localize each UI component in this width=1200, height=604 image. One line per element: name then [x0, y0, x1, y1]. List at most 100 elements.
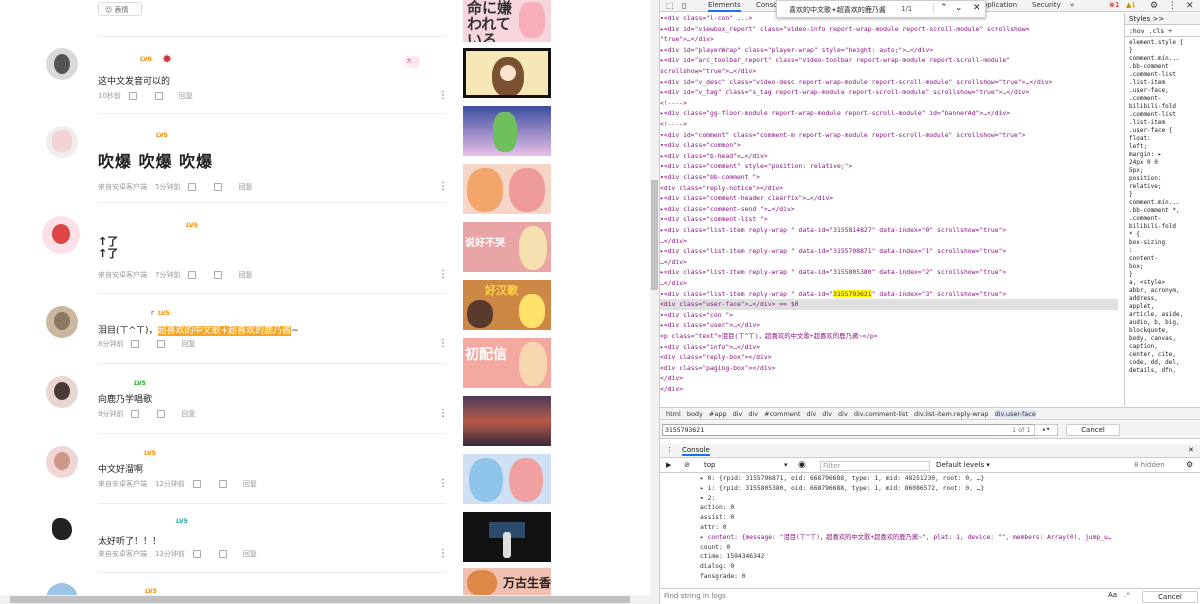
dom-node-line[interactable]: "true">…</div>: [660, 34, 1118, 45]
clear-console-icon[interactable]: ⊘: [684, 461, 690, 469]
tab-security[interactable]: Security: [1032, 1, 1061, 9]
dom-node-line[interactable]: ▸<div class="list-item reply-wrap " data…: [660, 225, 1118, 236]
styles-tabs[interactable]: Styles >>: [1125, 13, 1200, 25]
find-logs-cancel[interactable]: Cancel: [1142, 591, 1198, 603]
console-log-line[interactable]: fansgrade: 0: [700, 572, 746, 582]
dom-node-line[interactable]: ▸<div class="list-item reply-wrap " data…: [660, 267, 1118, 278]
settings-icon[interactable]: ⚙: [1150, 1, 1158, 11]
breadcrumb-item[interactable]: div: [733, 410, 743, 418]
video-thumbnail[interactable]: 初配信: [463, 338, 551, 388]
dislike-icon[interactable]: [214, 183, 223, 191]
more-icon[interactable]: ⋮: [438, 181, 448, 192]
reply-button[interactable]: 回复: [181, 339, 195, 349]
error-count[interactable]: ⊗1: [1109, 1, 1119, 9]
breadcrumb-item[interactable]: div: [838, 410, 848, 418]
find-next-icon[interactable]: ⌄: [955, 3, 963, 13]
dom-node-line[interactable]: ▾<div id="comment" class="comment-m repo…: [660, 130, 1118, 141]
console-tab[interactable]: Console: [682, 446, 710, 456]
dom-node-line[interactable]: </div>: [660, 373, 1118, 384]
console-log-line[interactable]: count: 0: [700, 543, 730, 553]
horizontal-scrollbar[interactable]: [0, 595, 651, 604]
dom-node-line[interactable]: …</div>: [660, 236, 1118, 247]
breadcrumb-item[interactable]: div.list-item.reply-wrap: [914, 410, 989, 418]
dom-search-input[interactable]: 3155793621: [662, 424, 1058, 436]
like-icon[interactable]: [192, 550, 201, 558]
reply-button[interactable]: 回复: [181, 409, 195, 419]
find-close-icon[interactable]: ✕: [973, 3, 981, 13]
dom-node-line[interactable]: ▾<div class="common">: [660, 140, 1118, 151]
dislike-icon[interactable]: [218, 480, 227, 488]
reply-button[interactable]: 回复: [243, 549, 257, 559]
more-icon[interactable]: ⋮: [438, 338, 448, 349]
breadcrumb-item[interactable]: #comment: [764, 410, 800, 418]
more-icon[interactable]: ⋮: [438, 408, 448, 419]
scrollbar-thumb[interactable]: [10, 596, 630, 603]
console-log-line[interactable]: assist: 0: [700, 513, 734, 523]
console-log-line[interactable]: ▾ 2:: [700, 494, 715, 504]
dom-node-line[interactable]: ▸<div id="v_tag" class="s_tag report-wra…: [660, 87, 1118, 98]
dom-node-line[interactable]: <!---->: [660, 119, 1118, 130]
more-icon[interactable]: ⋮: [438, 90, 448, 101]
log-levels-select[interactable]: Default levels ▾: [936, 461, 990, 469]
video-thumbnail[interactable]: [463, 512, 551, 562]
like-icon[interactable]: [188, 271, 197, 279]
like-icon[interactable]: [192, 480, 201, 488]
elements-tree[interactable]: ▾<div class="l-con" ...> ▸<div id="viewb…: [660, 13, 1118, 406]
more-icon[interactable]: ⋮: [438, 269, 448, 280]
dom-node-line[interactable]: …</div>: [660, 278, 1118, 289]
breadcrumb-item[interactable]: html: [666, 410, 681, 418]
dom-node-line[interactable]: ▸<div class="info">…</div>: [660, 342, 1118, 353]
avatar[interactable]: [42, 216, 80, 254]
dislike-icon[interactable]: [157, 410, 166, 418]
dom-node-line[interactable]: </div>: [660, 384, 1118, 395]
dom-node-line[interactable]: ▾<div class="comment" style="position: r…: [660, 161, 1118, 172]
dom-node-line[interactable]: <div class="paging-box"></div>: [660, 363, 1118, 374]
scrollbar-thumb[interactable]: [651, 180, 658, 290]
console-output[interactable]: ▸ 0: {rpid: 3155796871, oid: 668796688, …: [660, 474, 1200, 586]
dom-node-line[interactable]: ▸<div class="comment-header clearfix">…<…: [660, 193, 1118, 204]
styles-filter[interactable]: :hov .cls +: [1125, 25, 1200, 37]
dislike-icon[interactable]: [214, 271, 223, 279]
vertical-scrollbar[interactable]: [650, 0, 659, 604]
video-thumbnail[interactable]: 万古生香: [463, 568, 551, 596]
avatar[interactable]: [46, 126, 78, 158]
video-thumbnail[interactable]: [463, 106, 551, 156]
console-log-line[interactable]: ctime: 1594346342: [700, 552, 764, 562]
emoji-button[interactable]: ☺ 表情: [98, 2, 142, 16]
tab-elements[interactable]: Elements: [708, 1, 741, 12]
dom-node-line[interactable]: <div class="reply-box"></div>: [660, 352, 1118, 363]
like-icon[interactable]: [128, 92, 137, 100]
dom-node-line[interactable]: ▾<div class="bb-comment ">: [660, 172, 1118, 183]
username[interactable]: r: [151, 309, 154, 317]
dom-node-line[interactable]: ▸<div id="playerWrap" class="player-wrap…: [660, 45, 1118, 56]
dislike-icon[interactable]: [218, 550, 227, 558]
find-in-logs-input[interactable]: Find string in logs: [664, 592, 1084, 603]
reply-button[interactable]: 回复: [179, 91, 193, 101]
dom-node-line[interactable]: ▸<div class="b-head">…</div>: [660, 151, 1118, 162]
video-thumbnail[interactable]: 好汉歌: [463, 280, 551, 330]
dom-node-line[interactable]: …</div>: [660, 257, 1118, 268]
video-thumbnail[interactable]: 说好不哭: [463, 222, 551, 272]
breadcrumb-item[interactable]: div: [748, 410, 758, 418]
console-log-line[interactable]: ▸ 0: {rpid: 3155796871, oid: 668796688, …: [700, 474, 984, 484]
context-select[interactable]: top: [704, 461, 715, 469]
dom-node-line[interactable]: ▸<div id="v_desc" class="video-desc repo…: [660, 77, 1118, 88]
console-log-line[interactable]: ▸ content: {message: "泪目(ㄒ^ㄒ)，超喜欢的中文歌+超喜…: [700, 533, 1112, 543]
video-thumbnail[interactable]: 命に嫌われている: [463, 0, 551, 42]
dom-node-line[interactable]: <p class="text">泪目(ㄒ^ㄒ)，超喜欢的中文歌+超喜欢的鹿乃酱~…: [660, 331, 1118, 342]
breadcrumb-item[interactable]: div: [822, 410, 832, 418]
drawer-menu-icon[interactable]: ⋮: [666, 446, 673, 454]
dislike-icon[interactable]: [154, 92, 163, 100]
video-thumbnail[interactable]: [463, 48, 551, 98]
dom-node-line[interactable]: ▸<div class="comment-send ">…</div>: [660, 204, 1118, 215]
like-icon[interactable]: [188, 183, 197, 191]
reply-button[interactable]: 回复: [238, 182, 252, 192]
breadcrumb-item[interactable]: div: [806, 410, 816, 418]
video-thumbnail[interactable]: [463, 164, 551, 214]
breadcrumb-item[interactable]: div.user-face: [994, 410, 1036, 418]
inspect-icon[interactable]: ⬚: [666, 1, 674, 10]
console-log-line[interactable]: action: 0: [700, 503, 734, 513]
search-nav-buttons[interactable]: ▴▾: [1034, 424, 1058, 436]
dom-node-line[interactable]: ▾<div class="list-item reply-wrap " data…: [660, 289, 1118, 300]
like-icon[interactable]: [131, 410, 140, 418]
